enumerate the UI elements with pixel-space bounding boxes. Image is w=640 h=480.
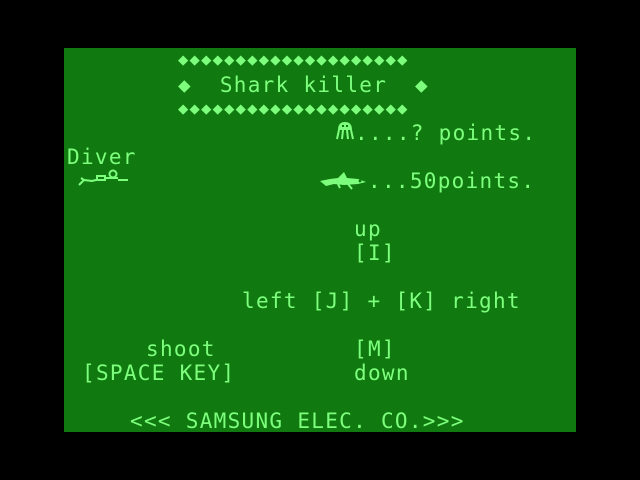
shoot-key: [SPACE KEY] bbox=[82, 361, 236, 385]
title-top-border: ◆◆◆◆◆◆◆◆◆◆◆◆◆◆◆◆◆◆◆◆ bbox=[178, 50, 409, 70]
footer-credit: <<< SAMSUNG ELEC. CO.>>> bbox=[130, 409, 465, 433]
game-screen: ◆◆◆◆◆◆◆◆◆◆◆◆◆◆◆◆◆◆◆◆ ◆ Shark killer ◆ ◆◆… bbox=[64, 48, 576, 433]
diver-label: Diver bbox=[67, 145, 137, 169]
shark-points: ...50points. bbox=[368, 169, 536, 193]
up-key: [I] bbox=[354, 241, 396, 265]
shoot-label: shoot bbox=[146, 337, 216, 361]
jellyfish-icon bbox=[336, 122, 354, 140]
shark-icon bbox=[320, 172, 366, 190]
title-bottom-border: ◆◆◆◆◆◆◆◆◆◆◆◆◆◆◆◆◆◆◆◆ bbox=[178, 99, 409, 119]
up-label: up bbox=[354, 217, 382, 241]
down-label: down bbox=[354, 361, 410, 385]
down-key: [M] bbox=[354, 337, 396, 361]
jellyfish-points: ....? points. bbox=[355, 121, 537, 145]
game-title: ◆ Shark killer ◆ bbox=[178, 73, 429, 97]
diver-icon bbox=[78, 169, 128, 186]
left-right-keys: left [J] + [K] right bbox=[242, 289, 521, 313]
